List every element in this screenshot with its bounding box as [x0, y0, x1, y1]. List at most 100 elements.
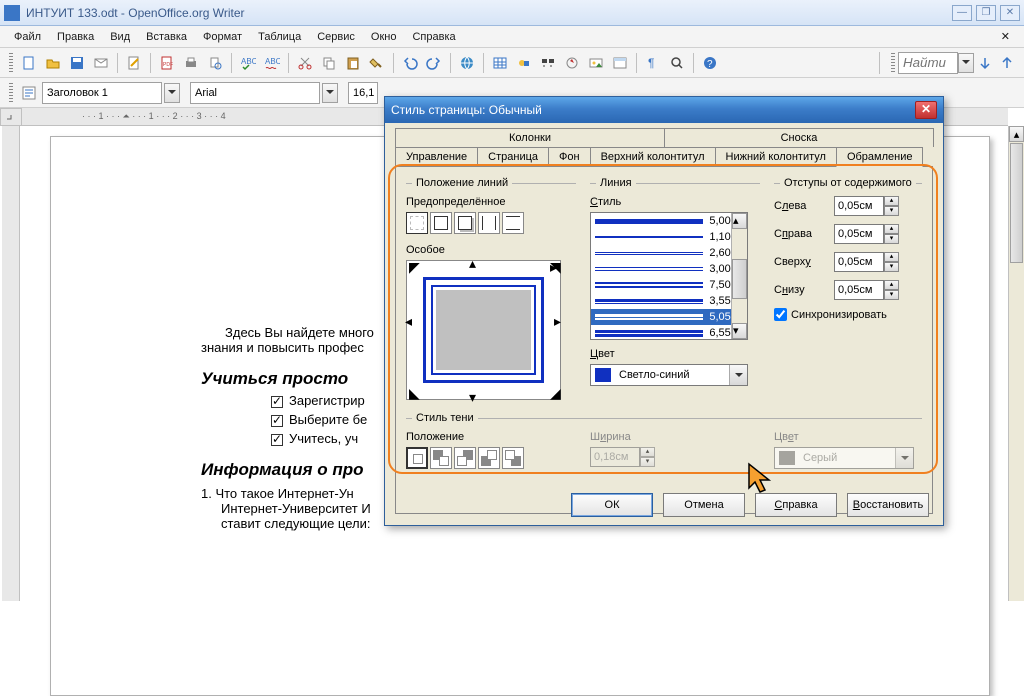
pad-right-spin[interactable]: ▴▾: [834, 224, 902, 244]
pad-top-spin[interactable]: ▴▾: [834, 252, 902, 272]
shadow-bottomleft[interactable]: [478, 447, 500, 469]
spellcheck-icon[interactable]: ABC: [237, 52, 259, 74]
menu-file[interactable]: Файл: [6, 29, 49, 45]
print-preview-icon[interactable]: [204, 52, 226, 74]
find-prev-icon[interactable]: [996, 52, 1018, 74]
find-replace-icon[interactable]: [537, 52, 559, 74]
predef-topbottom[interactable]: [502, 212, 524, 234]
save-icon[interactable]: [66, 52, 88, 74]
font-name-combo[interactable]: Arial: [190, 82, 320, 104]
group-title: Положение линий: [412, 177, 512, 189]
menu-edit[interactable]: Правка: [49, 29, 102, 45]
minimize-button[interactable]: —: [952, 5, 972, 21]
gallery-icon[interactable]: [585, 52, 607, 74]
menu-table[interactable]: Таблица: [250, 29, 309, 45]
pad-bottom-spin[interactable]: ▴▾: [834, 280, 902, 300]
redo-icon[interactable]: [423, 52, 445, 74]
font-size-value: 16,1: [353, 87, 374, 99]
dialog-close-button[interactable]: ✕: [915, 101, 937, 119]
tab-page[interactable]: Страница: [477, 147, 549, 167]
data-sources-icon[interactable]: [609, 52, 631, 74]
nonprinting-icon[interactable]: ¶: [642, 52, 664, 74]
tab-background[interactable]: Фон: [548, 147, 591, 167]
predef-shadow[interactable]: [454, 212, 476, 234]
new-icon[interactable]: [18, 52, 40, 74]
find-next-icon[interactable]: [974, 52, 996, 74]
vertical-scrollbar[interactable]: ▴: [1008, 126, 1024, 601]
window-title: ИНТУИТ 133.odt - OpenOffice.org Writer: [26, 6, 948, 20]
ok-button[interactable]: ОК: [571, 493, 653, 517]
label-pad-left: Слева: [774, 200, 834, 212]
pdf-icon[interactable]: PDF: [156, 52, 178, 74]
shadow-topleft[interactable]: [430, 447, 452, 469]
svg-text:?: ?: [707, 59, 713, 70]
paste-icon[interactable]: [342, 52, 364, 74]
tab-borders[interactable]: Обрамление: [836, 147, 924, 167]
edit-icon[interactable]: [123, 52, 145, 74]
navigator-icon[interactable]: [561, 52, 583, 74]
dropdown-icon[interactable]: [729, 365, 747, 385]
cancel-button[interactable]: Отмена: [663, 493, 745, 517]
ruler-corner: [0, 108, 22, 126]
menu-help[interactable]: Справка: [404, 29, 463, 45]
tab-row-2: Управление Страница Фон Верхний колонтит…: [395, 146, 933, 166]
format-paintbrush-icon[interactable]: [366, 52, 388, 74]
menu-tools[interactable]: Сервис: [309, 29, 363, 45]
tab-manage[interactable]: Управление: [395, 147, 478, 167]
undo-icon[interactable]: [399, 52, 421, 74]
cut-icon[interactable]: [294, 52, 316, 74]
scroll-up-icon[interactable]: ▴: [1009, 126, 1024, 142]
tab-footer[interactable]: Нижний колонтитул: [715, 147, 837, 167]
predef-none[interactable]: [406, 212, 428, 234]
email-icon[interactable]: [90, 52, 112, 74]
sync-checkbox[interactable]: Синхронизировать: [774, 308, 922, 321]
line-style-list[interactable]: 5,00 pt 1,10 pt 2,60 pt 3,00 pt 7,50 pt …: [590, 212, 748, 340]
shadow-bottomright[interactable]: [502, 447, 524, 469]
shadow-topright[interactable]: [454, 447, 476, 469]
help-button[interactable]: Справка: [755, 493, 837, 517]
predef-box[interactable]: [430, 212, 452, 234]
reset-button[interactable]: Восстановить: [847, 493, 929, 517]
find-input[interactable]: [898, 52, 958, 74]
close-button[interactable]: ✕: [1000, 5, 1020, 21]
tab-footnote[interactable]: Сноска: [664, 128, 934, 147]
open-icon[interactable]: [42, 52, 64, 74]
auto-spellcheck-icon[interactable]: ABC: [261, 52, 283, 74]
font-name-dropdown-icon[interactable]: [322, 83, 338, 103]
checkmark-icon: [271, 415, 283, 427]
pad-left-spin[interactable]: ▴▾: [834, 196, 902, 216]
tab-header[interactable]: Верхний колонтитул: [590, 147, 716, 167]
toolbar-grip[interactable]: [9, 53, 13, 73]
special-border-preview[interactable]: ◤ ▸ ▴ ▸ ◂ ▾ ◣ ◢ ◥: [406, 260, 561, 400]
scrollbar-thumb[interactable]: [1010, 143, 1023, 263]
styles-window-icon[interactable]: [18, 82, 40, 104]
find-dropdown-icon[interactable]: [958, 53, 974, 73]
toolbar-grip[interactable]: [891, 53, 895, 73]
copy-icon[interactable]: [318, 52, 340, 74]
toolbar-grip[interactable]: [9, 83, 13, 103]
hyperlink-icon[interactable]: [456, 52, 478, 74]
tab-columns[interactable]: Колонки: [395, 128, 665, 147]
menu-insert[interactable]: Вставка: [138, 29, 195, 45]
dialog-titlebar[interactable]: Стиль страницы: Обычный ✕: [385, 97, 943, 123]
window-titlebar: ИНТУИТ 133.odt - OpenOffice.org Writer —…: [0, 0, 1024, 26]
show-draw-icon[interactable]: [513, 52, 535, 74]
menu-format[interactable]: Формат: [195, 29, 250, 45]
font-size-combo[interactable]: 16,1: [348, 82, 378, 104]
menu-view[interactable]: Вид: [102, 29, 138, 45]
group-padding: Отступы от содержимого Слева ▴▾ Справа ▴…: [774, 183, 922, 321]
line-color-combo[interactable]: Светло-синий: [590, 364, 748, 386]
menubar: Файл Правка Вид Вставка Формат Таблица С…: [0, 26, 1024, 48]
table-icon[interactable]: [489, 52, 511, 74]
help-icon[interactable]: ?: [699, 52, 721, 74]
predef-leftright[interactable]: [478, 212, 500, 234]
menu-window[interactable]: Окно: [363, 29, 405, 45]
menu-close-icon[interactable]: ✕: [993, 28, 1018, 45]
vertical-ruler[interactable]: [2, 126, 20, 601]
paragraph-style-dropdown-icon[interactable]: [164, 83, 180, 103]
shadow-none[interactable]: [406, 447, 428, 469]
restore-button[interactable]: ❐: [976, 5, 996, 21]
print-icon[interactable]: [180, 52, 202, 74]
paragraph-style-combo[interactable]: Заголовок 1: [42, 82, 162, 104]
zoom-icon[interactable]: [666, 52, 688, 74]
